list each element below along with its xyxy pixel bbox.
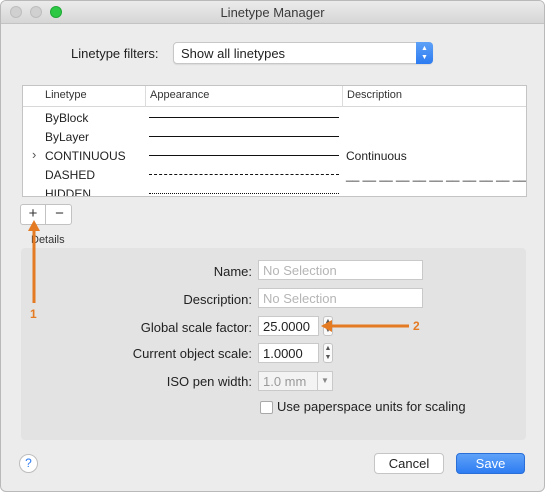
appearance-solid-line: [149, 117, 339, 118]
column-header-appearance[interactable]: Appearance: [150, 89, 209, 101]
title-bar: Linetype Manager: [1, 1, 544, 24]
current-object-scale-field[interactable]: 1.0000: [258, 343, 319, 363]
linetype-description: __ __ __ __ __ __ __ __ __ __ __ __...: [346, 168, 527, 182]
window-title: Linetype Manager: [220, 5, 325, 20]
linetype-table: Linetype Appearance Description ByBlock …: [22, 85, 527, 197]
select-arrows-icon: ▲ ▼: [416, 42, 433, 64]
name-field[interactable]: No Selection: [258, 260, 423, 280]
linetype-name: DASHED: [45, 168, 96, 182]
paperspace-units-label[interactable]: Use paperspace units for scaling: [277, 399, 466, 414]
add-remove-segmented-control: + −: [20, 204, 72, 225]
linetype-manager-window: Linetype Manager Linetype filters: Show …: [0, 0, 545, 492]
help-button[interactable]: ?: [19, 454, 38, 473]
save-button[interactable]: Save: [456, 453, 525, 474]
chevron-down-icon[interactable]: ▼: [317, 371, 333, 391]
table-row[interactable]: ByLayer: [23, 127, 526, 146]
paperspace-units-checkbox[interactable]: [260, 401, 273, 414]
add-linetype-button[interactable]: +: [21, 205, 46, 224]
table-header: Linetype Appearance Description: [23, 86, 526, 107]
annotation-label-2: 2: [413, 319, 420, 333]
linetype-description: Continuous: [346, 149, 407, 163]
linetype-name: ByLayer: [45, 130, 90, 144]
column-header-linetype[interactable]: Linetype: [45, 89, 87, 101]
description-label: Description:: [183, 292, 252, 307]
table-row[interactable]: HIDDEN: [23, 184, 526, 197]
appearance-solid-line: [149, 136, 339, 137]
current-object-scale-label: Current object scale:: [132, 346, 252, 361]
linetype-name: ByBlock: [45, 111, 89, 125]
linetype-filters-select[interactable]: Show all linetypes ▲ ▼: [173, 42, 433, 64]
appearance-hidden-line: [149, 193, 339, 194]
iso-pen-width-select[interactable]: 1.0 mm: [258, 371, 318, 391]
table-row[interactable]: DASHED __ __ __ __ __ __ __ __ __ __ __ …: [23, 165, 526, 184]
global-scale-stepper[interactable]: ▲ ▼: [323, 316, 333, 336]
cancel-button[interactable]: Cancel: [374, 453, 444, 474]
global-scale-factor-field[interactable]: 25.0000: [258, 316, 319, 336]
global-scale-factor-label: Global scale factor:: [140, 320, 252, 335]
column-divider: [145, 86, 146, 107]
current-object-scale-stepper[interactable]: ▲ ▼: [323, 343, 333, 363]
annotation-label-1: 1: [30, 307, 37, 321]
remove-linetype-button[interactable]: −: [47, 205, 72, 224]
appearance-solid-line: [149, 155, 339, 156]
description-field[interactable]: No Selection: [258, 288, 423, 308]
current-row-chevron-icon: ›: [32, 147, 37, 162]
linetype-filters-value: Show all linetypes: [181, 46, 286, 61]
details-section-label: Details: [31, 234, 65, 246]
name-label: Name:: [213, 264, 252, 279]
column-header-description[interactable]: Description: [347, 89, 402, 101]
linetype-name: CONTINUOUS: [45, 149, 126, 163]
appearance-dashed-line: [149, 174, 339, 175]
table-row[interactable]: ByBlock: [23, 108, 526, 127]
table-row[interactable]: › CONTINUOUS Continuous: [23, 146, 526, 165]
iso-pen-width-label: ISO pen width:: [166, 374, 252, 389]
linetype-filters-label: Linetype filters:: [71, 46, 159, 61]
linetype-name: HIDDEN: [45, 187, 92, 197]
column-divider: [342, 86, 343, 107]
